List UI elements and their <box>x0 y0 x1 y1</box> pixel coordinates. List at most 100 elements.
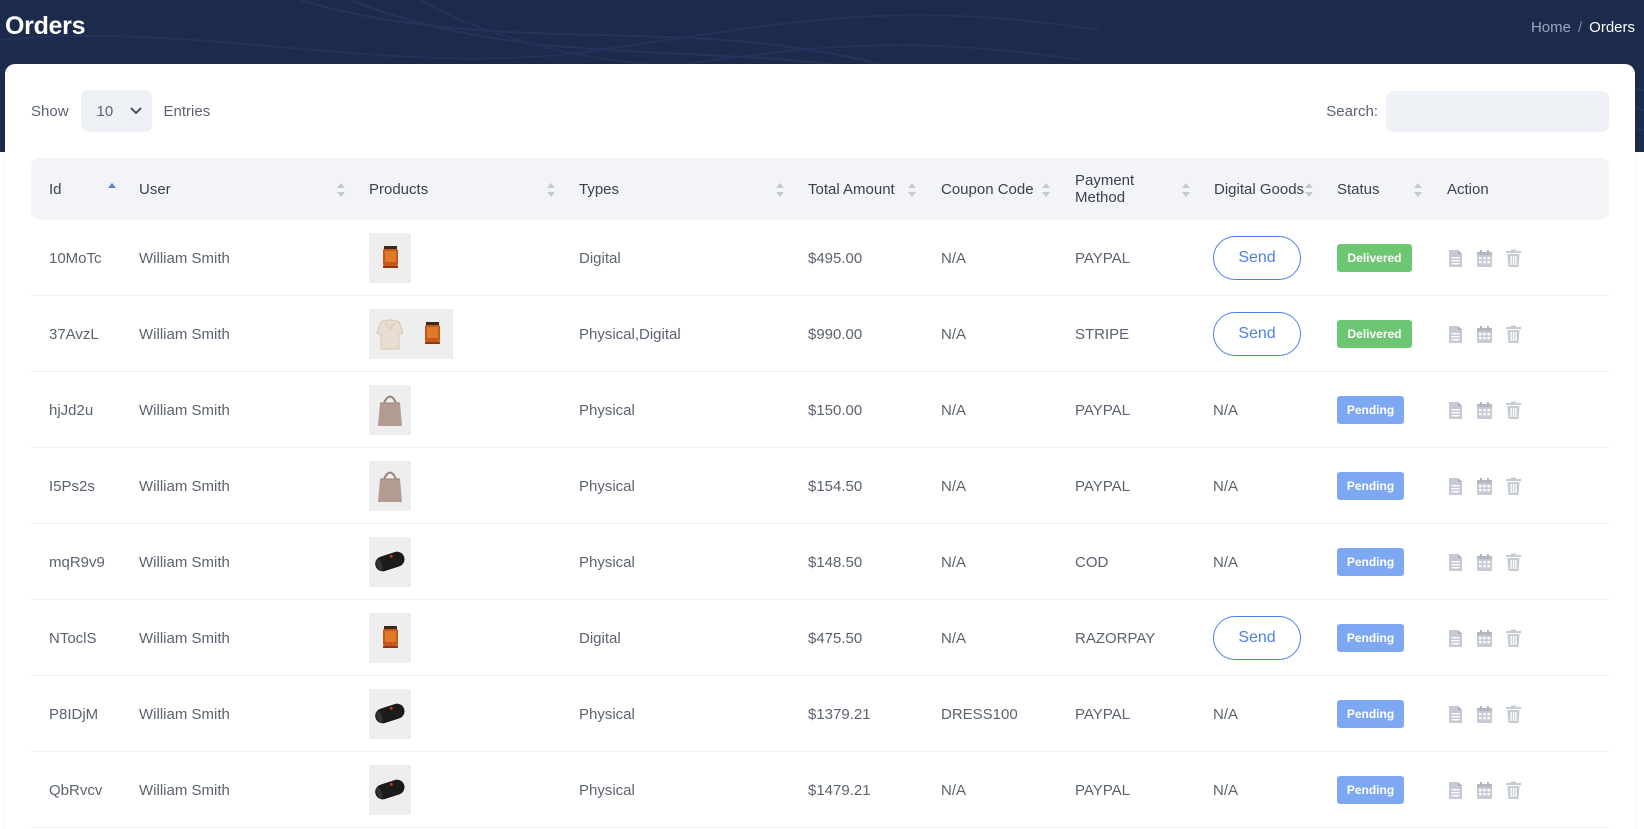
product-thumbnail-candle[interactable] <box>369 613 411 663</box>
sort-arrows-icon[interactable] <box>1305 182 1313 198</box>
trash-icon[interactable] <box>1505 325 1522 344</box>
sort-arrows-icon[interactable] <box>1414 182 1422 198</box>
document-icon[interactable] <box>1447 629 1464 648</box>
column-header-coupon-code[interactable]: Coupon Code <box>941 158 1034 220</box>
cell-status: Pending <box>1337 600 1404 676</box>
calendar-icon[interactable] <box>1476 705 1493 724</box>
trash-icon[interactable] <box>1505 781 1522 800</box>
digital-goods-value: N/A <box>1213 401 1239 419</box>
document-icon[interactable] <box>1447 249 1464 268</box>
cell-coupon-code: N/A <box>941 325 967 343</box>
product-thumbnail-speaker[interactable] <box>369 689 411 739</box>
trash-icon[interactable] <box>1505 629 1522 648</box>
column-header-payment-method[interactable]: Payment Method <box>1075 158 1134 220</box>
column-header-id[interactable]: Id <box>49 158 62 220</box>
calendar-icon[interactable] <box>1476 477 1493 496</box>
calendar-icon[interactable] <box>1476 401 1493 420</box>
product-thumbnail-speaker[interactable] <box>369 537 411 587</box>
sort-arrows-icon[interactable] <box>547 182 555 198</box>
cell-user: William Smith <box>139 401 230 419</box>
send-button[interactable]: Send <box>1213 236 1301 280</box>
breadcrumb: Home / Orders <box>1531 19 1635 36</box>
product-thumbnail-bag[interactable] <box>369 385 411 435</box>
document-icon[interactable] <box>1447 553 1464 572</box>
column-header-user[interactable]: User <box>139 158 171 220</box>
cell-products <box>369 296 453 372</box>
status-badge: Pending <box>1337 624 1404 652</box>
column-header-status[interactable]: Status <box>1337 158 1380 220</box>
table-row[interactable]: I5Ps2s William Smith Physical $154.50 N/A PAY… <box>31 448 1609 524</box>
cell-actions <box>1447 676 1522 752</box>
cell-status: Pending <box>1337 752 1404 828</box>
document-icon[interactable] <box>1447 705 1464 724</box>
cell-types: Physical <box>579 477 635 495</box>
cell-products <box>369 524 411 600</box>
table-body: 10MoTc William Smith Digital $495.00 N/A PAYP… <box>31 220 1609 828</box>
product-thumbnail-speaker[interactable] <box>369 765 411 815</box>
sort-arrows-icon[interactable] <box>337 182 345 198</box>
calendar-icon[interactable] <box>1476 553 1493 572</box>
cell-id: 10MoTc <box>49 249 102 267</box>
table-row[interactable]: 37AvzL William Smith Physical,Digital $990.… <box>31 296 1609 372</box>
breadcrumb-home-link[interactable]: Home <box>1531 19 1571 36</box>
calendar-icon[interactable] <box>1476 325 1493 344</box>
document-icon[interactable] <box>1447 477 1464 496</box>
table-row[interactable]: 10MoTc William Smith Digital $495.00 N/A PAYP… <box>31 220 1609 296</box>
product-thumbnail-candle[interactable] <box>411 309 453 359</box>
cell-digital-goods: Send <box>1213 296 1301 372</box>
trash-icon[interactable] <box>1505 705 1522 724</box>
orders-card: Show 10 Entries Search: Id User Products… <box>5 64 1635 829</box>
chevron-down-icon <box>130 107 141 115</box>
entries-select-value: 10 <box>96 102 114 120</box>
product-thumbnail-bag[interactable] <box>369 461 411 511</box>
column-header-total-amount[interactable]: Total Amount <box>808 158 895 220</box>
document-icon[interactable] <box>1447 781 1464 800</box>
search-control: Search: <box>1326 90 1609 132</box>
document-icon[interactable] <box>1447 325 1464 344</box>
trash-icon[interactable] <box>1505 553 1522 572</box>
entries-select[interactable]: 10 <box>80 90 152 132</box>
cell-user: William Smith <box>139 249 230 267</box>
calendar-icon[interactable] <box>1476 249 1493 268</box>
table-row[interactable]: P8IDjM William Smith Physical $1379.21 DRESS… <box>31 676 1609 752</box>
cell-coupon-code: N/A <box>941 553 967 571</box>
cell-types: Physical <box>579 553 635 571</box>
trash-icon[interactable] <box>1505 249 1522 268</box>
document-icon[interactable] <box>1447 401 1464 420</box>
column-header-digital-goods[interactable]: Digital Goods <box>1214 158 1304 220</box>
product-thumbnail-sweater[interactable] <box>369 309 411 359</box>
sort-ascending-icon[interactable] <box>108 182 116 198</box>
table-row[interactable]: QbRvcv William Smith Physical $1479.21 N/A PA… <box>31 752 1609 828</box>
column-header-action-label: Action <box>1447 180 1489 198</box>
sort-arrows-icon[interactable] <box>1182 182 1190 198</box>
cell-status: Delivered <box>1337 296 1412 372</box>
cell-products <box>369 448 411 524</box>
search-input[interactable] <box>1386 90 1609 132</box>
sort-arrows-icon[interactable] <box>776 182 784 198</box>
trash-icon[interactable] <box>1505 477 1522 496</box>
cell-digital-goods: N/A <box>1213 752 1238 828</box>
column-header-types[interactable]: Types <box>579 158 619 220</box>
table-row[interactable]: hjJd2u William Smith Physical $150.00 N/A PAY… <box>31 372 1609 448</box>
send-button[interactable]: Send <box>1213 616 1301 660</box>
cell-types: Physical,Digital <box>579 325 681 343</box>
digital-goods-value: N/A <box>1213 553 1239 571</box>
status-badge: Pending <box>1337 396 1404 424</box>
cell-total-amount: $475.50 <box>808 629 863 647</box>
orders-table: Id User Products Types Total Amount Coup… <box>31 158 1609 828</box>
column-header-products[interactable]: Products <box>369 158 428 220</box>
send-button[interactable]: Send <box>1213 312 1301 356</box>
sort-arrows-icon[interactable] <box>1042 182 1050 198</box>
cell-total-amount: $990.00 <box>808 325 863 343</box>
calendar-icon[interactable] <box>1476 629 1493 648</box>
cell-user: William Smith <box>139 629 230 647</box>
product-thumbnail-candle[interactable] <box>369 233 411 283</box>
table-row[interactable]: NToclS William Smith Digital $475.50 N/A RAZO… <box>31 600 1609 676</box>
calendar-icon[interactable] <box>1476 781 1493 800</box>
trash-icon[interactable] <box>1505 401 1522 420</box>
sort-arrows-icon[interactable] <box>908 182 916 198</box>
table-row[interactable]: mqR9v9 William Smith Physical $148.50 N/A COD… <box>31 524 1609 600</box>
status-badge: Pending <box>1337 548 1404 576</box>
cell-id: I5Ps2s <box>49 477 95 495</box>
column-header-digital-goods-label: Digital Goods <box>1214 180 1305 198</box>
